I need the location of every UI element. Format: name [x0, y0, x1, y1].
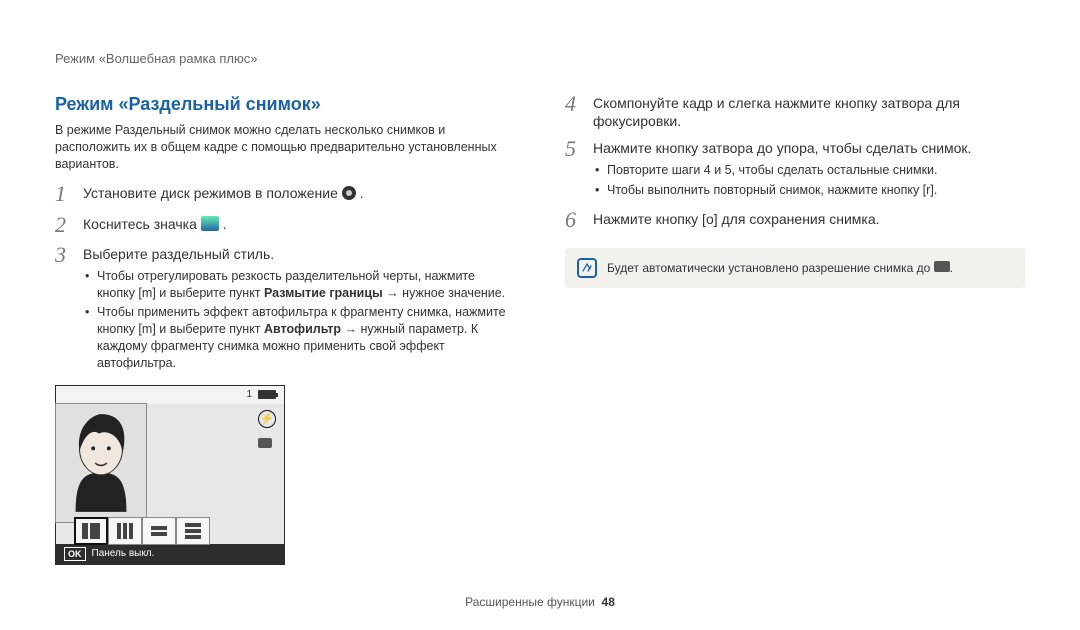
- sub-text: ] и выберите пункт: [152, 322, 264, 336]
- sub-text: Чтобы выполнить повторный снимок, нажмит…: [607, 183, 926, 197]
- step-1: 1 Установите диск режимов в положение .: [55, 182, 515, 206]
- step-number: 5: [565, 137, 583, 202]
- camera-preview-illustration: 1: [55, 385, 285, 565]
- page-number: 48: [602, 595, 615, 609]
- sub-text: ].: [930, 183, 937, 197]
- step-text-after: .: [360, 185, 364, 201]
- step-body: Нажмите кнопку [o] для сохранения снимка…: [593, 208, 1025, 232]
- step-text-after: .: [223, 216, 227, 232]
- sub-text: → нужное значение.: [383, 286, 505, 300]
- preview-side-icons: ⚡: [258, 410, 276, 448]
- sub-item: Чтобы выполнить повторный снимок, нажмит…: [593, 182, 1025, 199]
- right-step-list: 4 Скомпонуйте кадр и слегка нажмите кноп…: [565, 92, 1025, 233]
- preview-main: ⚡: [56, 404, 284, 544]
- left-step-list: 1 Установите диск режимов в положение . …: [55, 182, 515, 375]
- step-number: 6: [565, 208, 583, 232]
- battery-icon: [258, 390, 276, 399]
- resolution-badge-icon: [934, 261, 950, 272]
- button-m-icon: m: [142, 286, 152, 300]
- step-5-sublist: Повторите шаги 4 и 5, чтобы сделать оста…: [593, 162, 1025, 199]
- layout-tile-2h: [142, 517, 176, 545]
- bold-term: Автофильтр: [264, 322, 341, 336]
- step-2: 2 Коснитесь значка .: [55, 213, 515, 237]
- preview-status-bar: 1: [56, 386, 284, 404]
- button-m-icon: m: [142, 322, 152, 336]
- layout-tile-1-2: [74, 517, 108, 545]
- bold-term: Размытие границы: [264, 286, 383, 300]
- sub-item: Повторите шаги 4 и 5, чтобы сделать оста…: [593, 162, 1025, 179]
- button-o-icon: o: [706, 211, 714, 227]
- step-number: 3: [55, 243, 73, 375]
- step-body: Скомпонуйте кадр и слегка нажмите кнопку…: [593, 92, 1025, 132]
- step-text: Установите диск режимов в положение: [83, 185, 342, 201]
- layout-style-strip: [74, 517, 210, 545]
- ok-badge: OK: [64, 547, 86, 561]
- step-body: Нажмите кнопку затвора до упора, чтобы с…: [593, 137, 1025, 202]
- sub-text: ] и выберите пункт: [152, 286, 264, 300]
- resolution-icon: [258, 438, 272, 448]
- right-column: 4 Скомпонуйте кадр и слегка нажмите кноп…: [565, 92, 1025, 566]
- step-body: Коснитесь значка .: [83, 213, 515, 237]
- left-column: Режим «Раздельный снимок» В режиме Разде…: [55, 92, 515, 566]
- note-box: Будет автоматически установлено разрешен…: [565, 248, 1025, 288]
- sub-item: Чтобы применить эффект автофильтра к фра…: [83, 304, 515, 372]
- note-text-post: .: [950, 261, 953, 275]
- mode-dial-icon: [342, 186, 356, 200]
- step-4: 4 Скомпонуйте кадр и слегка нажмите кноп…: [565, 92, 1025, 132]
- preview-footer: OK Панель выкл.: [56, 544, 284, 564]
- step-3-sublist: Чтобы отрегулировать резкость разделител…: [83, 268, 515, 372]
- layout-tile-3v: [108, 517, 142, 545]
- portrait-thumbnail: [55, 403, 147, 523]
- step-body: Установите диск режимов в положение .: [83, 182, 515, 206]
- note-text: Будет автоматически установлено разрешен…: [607, 260, 953, 276]
- step-5: 5 Нажмите кнопку затвора до упора, чтобы…: [565, 137, 1025, 202]
- step-6: 6 Нажмите кнопку [o] для сохранения сним…: [565, 208, 1025, 232]
- step-body: Выберите раздельный стиль. Чтобы отрегул…: [83, 243, 515, 375]
- note-text-pre: Будет автоматически установлено разрешен…: [607, 261, 934, 275]
- step-number: 2: [55, 213, 73, 237]
- running-head: Режим «Волшебная рамка плюс»: [55, 50, 1025, 68]
- section-title: Режим «Раздельный снимок»: [55, 92, 515, 116]
- step-number: 1: [55, 182, 73, 206]
- footer-section: Расширенные функции: [465, 595, 595, 609]
- step-text: Коснитесь значка: [83, 216, 201, 232]
- shot-counter: 1: [246, 388, 252, 402]
- step-number: 4: [565, 92, 583, 132]
- intro-text: В режиме Раздельный снимок можно сделать…: [55, 122, 515, 173]
- page-footer: Расширенные функции 48: [0, 594, 1080, 610]
- split-shot-icon: [201, 216, 219, 231]
- info-icon: [577, 258, 597, 278]
- step-text: Нажмите кнопку затвора до упора, чтобы с…: [593, 140, 971, 156]
- step-text: ] для сохранения снимка.: [714, 211, 880, 227]
- step-3: 3 Выберите раздельный стиль. Чтобы отрег…: [55, 243, 515, 375]
- sub-item: Чтобы отрегулировать резкость разделител…: [83, 268, 515, 302]
- preview-footer-text: Панель выкл.: [92, 547, 155, 561]
- layout-tile-3h: [176, 517, 210, 545]
- step-text: Выберите раздельный стиль.: [83, 246, 274, 262]
- step-text: Нажмите кнопку [: [593, 211, 706, 227]
- flash-icon: ⚡: [258, 410, 276, 428]
